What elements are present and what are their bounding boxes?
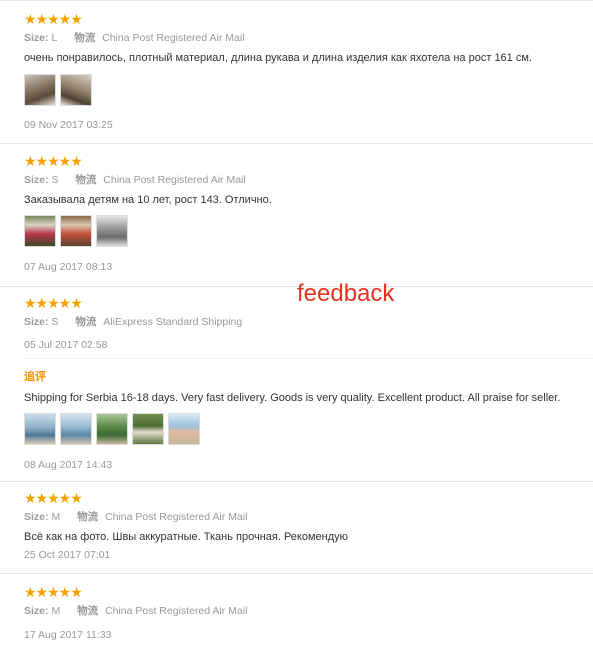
review-date: 09 Nov 2017 03:25 [24, 119, 113, 131]
review-photo-thumbnail[interactable] [24, 74, 56, 106]
review-photo-thumbnail[interactable] [60, 74, 92, 106]
review-photo-thumbnail[interactable] [168, 413, 200, 445]
divider [0, 573, 593, 574]
star-rating: ★★★★★ [24, 295, 83, 311]
photo-list [24, 74, 96, 106]
size-label: Size: [24, 511, 49, 523]
size-value: S [51, 174, 59, 186]
review-photo-thumbnail[interactable] [24, 215, 56, 247]
review-item: ★★★★★ Size: M 物流 China Post Registered A… [0, 481, 593, 573]
shipping-label: 物流 [75, 316, 97, 328]
review-photo-thumbnail[interactable] [60, 413, 92, 445]
divider [0, 481, 593, 482]
review-photo-thumbnail[interactable] [132, 413, 164, 445]
divider [0, 143, 593, 144]
size-value: S [51, 316, 59, 328]
additional-review-label: 追评 [24, 371, 46, 383]
shipping-value: China Post Registered Air Mail [103, 174, 246, 186]
star-rating: ★★★★★ [24, 584, 83, 600]
shipping-label: 物流 [75, 174, 97, 186]
review-text: очень понравилось, плотный материал, дли… [24, 52, 532, 64]
size-label: Size: [24, 32, 49, 44]
review-date: 07 Aug 2017 08:13 [24, 261, 113, 273]
review-text: Заказывала детям на 10 лет, рост 143. От… [24, 194, 272, 206]
feedback-overlay-label: feedback [297, 280, 395, 307]
star-rating: ★★★★★ [24, 153, 83, 169]
review-photo-thumbnail[interactable] [96, 413, 128, 445]
review-item: ★★★★★ Size: M 物流 China Post Registered A… [0, 573, 593, 648]
shipping-value: China Post Registered Air Mail [102, 32, 245, 44]
additional-review-date: 08 Aug 2017 14:43 [24, 459, 113, 471]
photo-list [24, 413, 204, 445]
review-item: ★★★★★ Size: S 物流 China Post Registered A… [0, 143, 593, 286]
size-label: Size: [24, 605, 49, 617]
review-date: 25 Oct 2017 07:01 [24, 549, 111, 561]
photo-list [24, 215, 132, 247]
review-photo-thumbnail[interactable] [60, 215, 92, 247]
shipping-label: 物流 [77, 605, 99, 617]
review-text: Всё как на фото. Швы аккуратные. Ткань п… [24, 531, 348, 543]
size-value: L [51, 32, 58, 44]
shipping-label: 物流 [74, 32, 96, 44]
review-date: 05 Jul 2017 02:58 [24, 339, 108, 351]
size-label: Size: [24, 174, 49, 186]
review-meta: Size: M 物流 China Post Registered Air Mai… [24, 604, 247, 618]
divider [24, 358, 593, 359]
star-rating: ★★★★★ [24, 11, 83, 27]
divider [0, 0, 593, 1]
review-meta: Size: S 物流 China Post Registered Air Mai… [24, 173, 246, 187]
review-meta: Size: S 物流 AliExpress Standard Shipping [24, 315, 242, 329]
review-meta: Size: L 物流 China Post Registered Air Mai… [24, 31, 245, 45]
review-item: ★★★★★ Size: L 物流 China Post Registered A… [0, 0, 593, 143]
additional-review-text: Shipping for Serbia 16-18 days. Very fas… [24, 392, 561, 404]
shipping-value: China Post Registered Air Mail [105, 605, 248, 617]
size-label: Size: [24, 316, 49, 328]
star-rating: ★★★★★ [24, 490, 83, 506]
size-value: M [51, 605, 61, 617]
shipping-value: AliExpress Standard Shipping [103, 316, 243, 328]
review-photo-thumbnail[interactable] [96, 215, 128, 247]
size-value: M [51, 511, 61, 523]
review-photo-thumbnail[interactable] [24, 413, 56, 445]
shipping-value: China Post Registered Air Mail [105, 511, 248, 523]
review-meta: Size: M 物流 China Post Registered Air Mai… [24, 510, 247, 524]
shipping-label: 物流 [77, 511, 99, 523]
review-date: 17 Aug 2017 11:33 [24, 629, 112, 641]
review-item: ★★★★★ Size: S 物流 AliExpress Standard Shi… [0, 286, 593, 481]
